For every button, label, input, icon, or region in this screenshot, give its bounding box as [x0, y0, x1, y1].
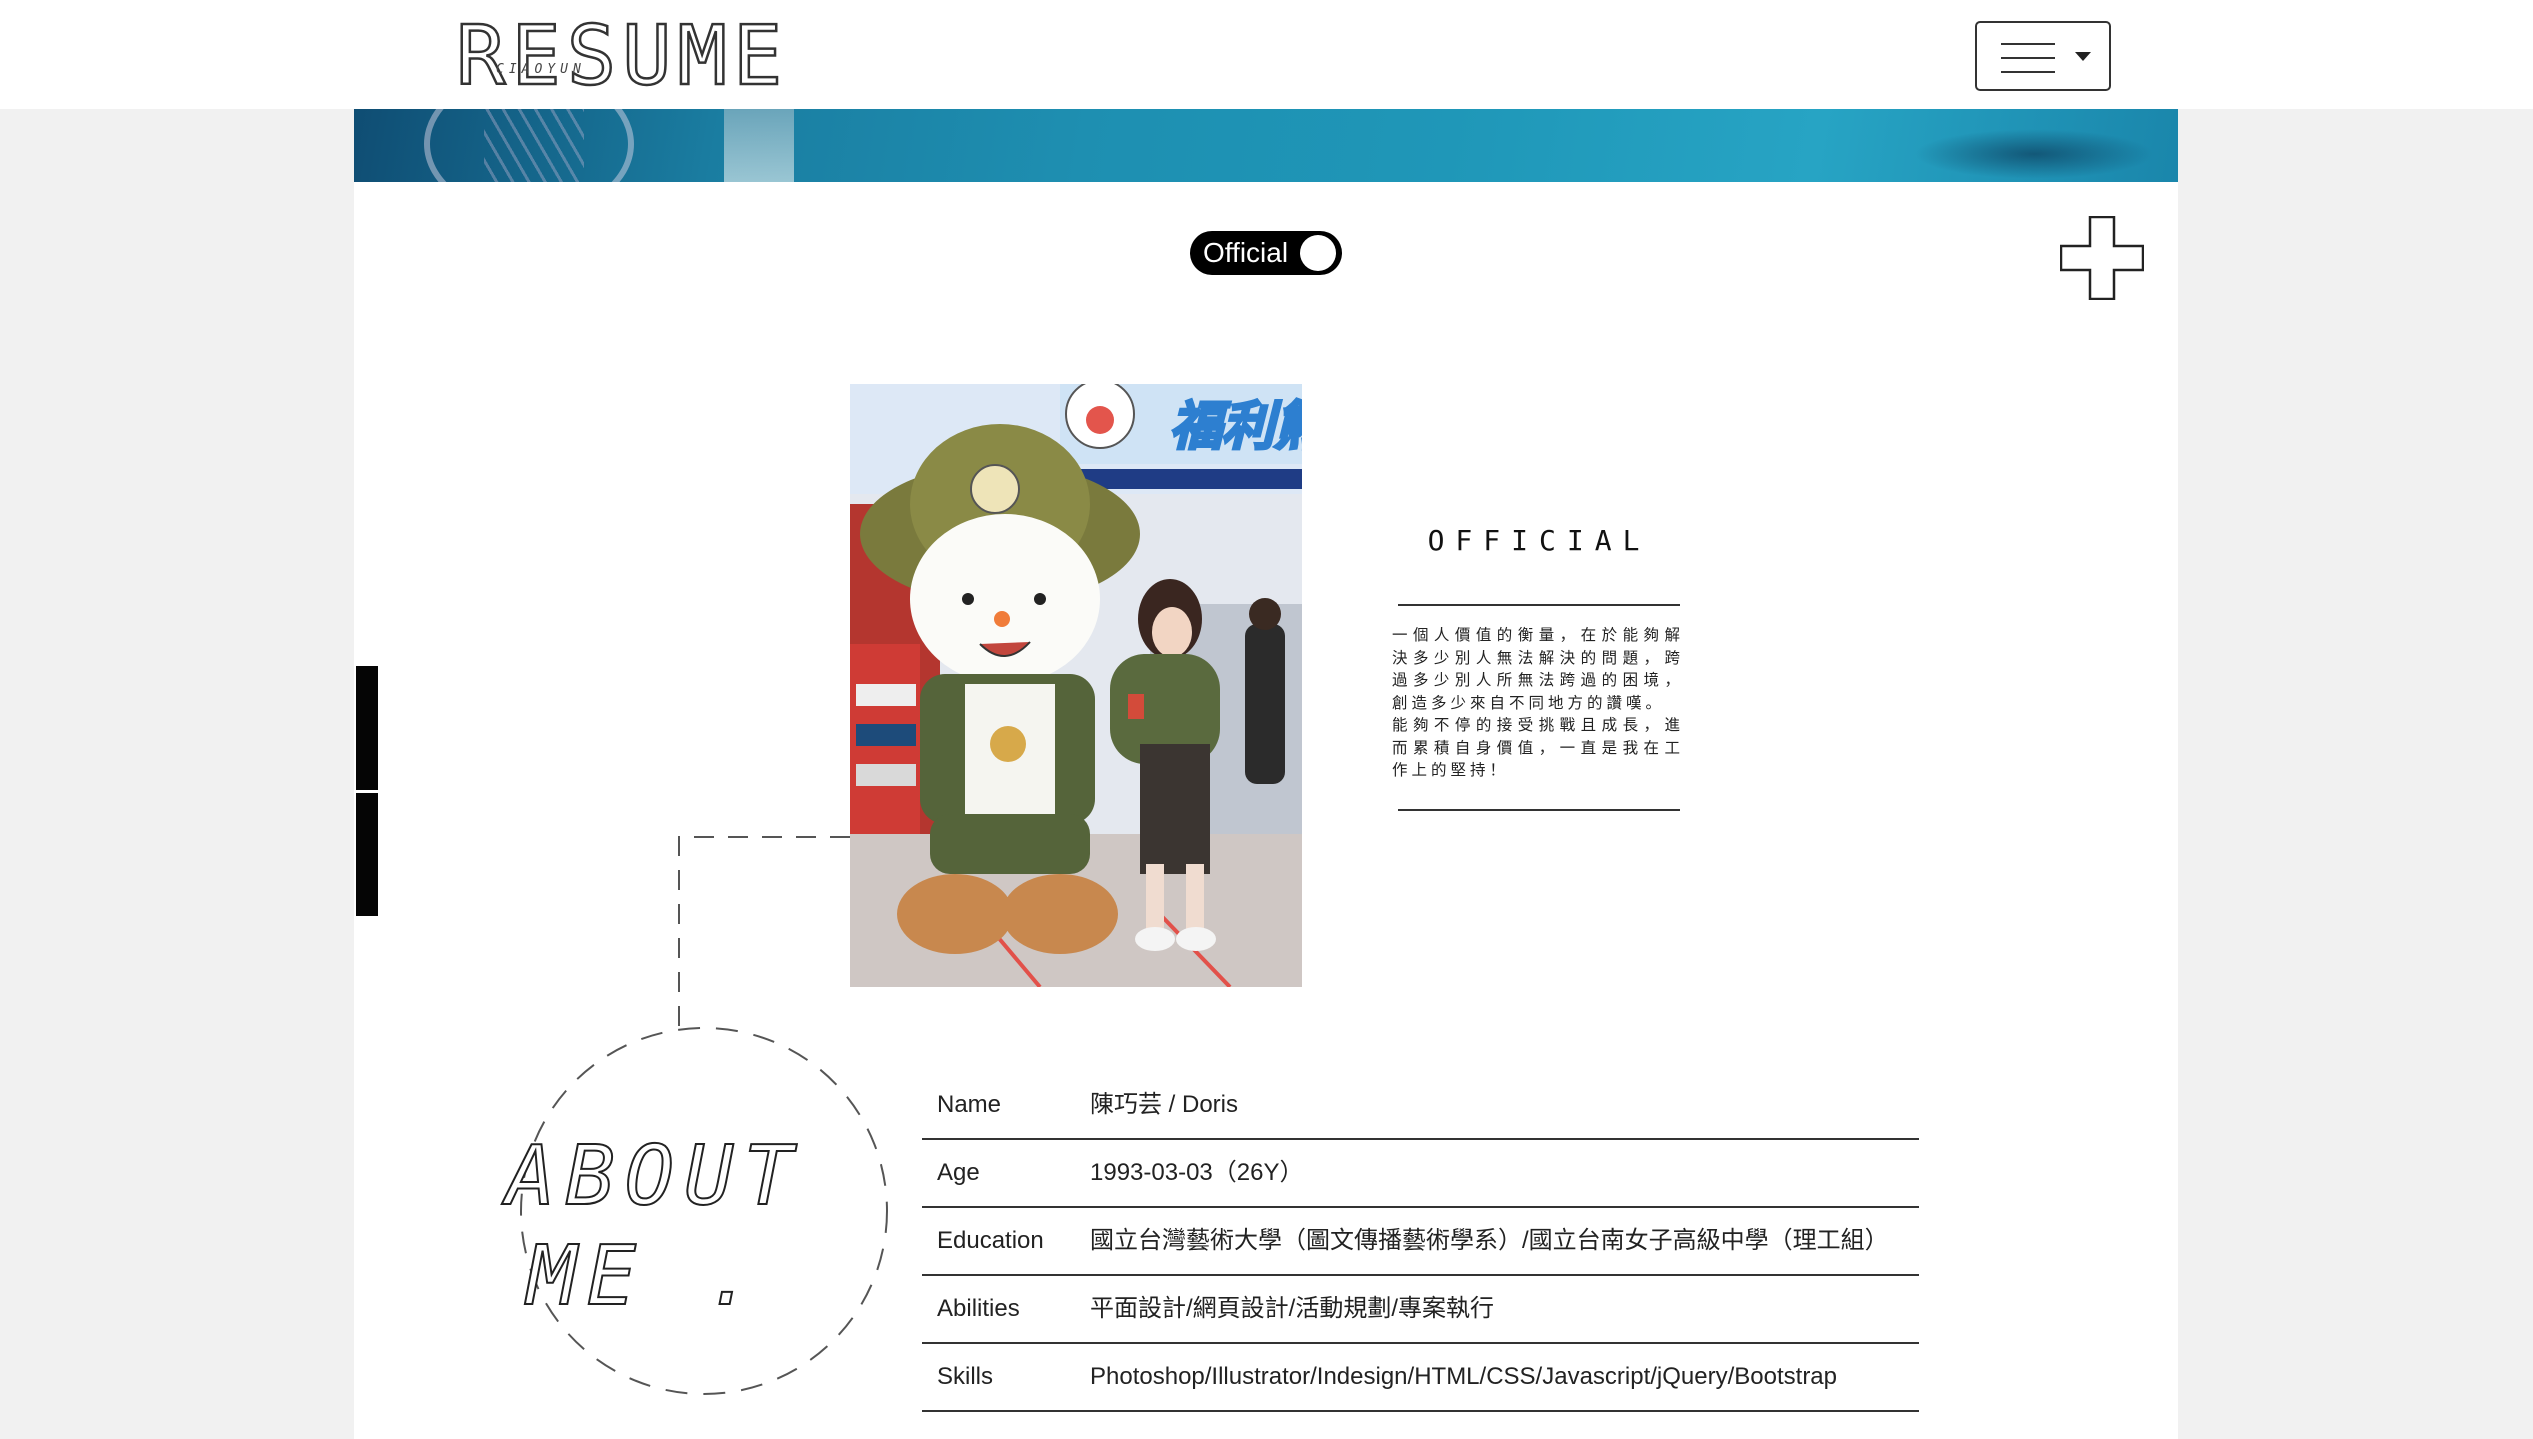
menu-toggle-button[interactable]: [1975, 21, 2111, 91]
official-paragraph-1: 一個人價值的衡量，在於能夠解決多少別人無法解決的問題，跨過多少別人所無法跨過的困…: [1392, 626, 1684, 712]
toggle-knob: [1300, 235, 1336, 271]
info-value: 1993-03-03（26Y）: [1090, 1159, 1304, 1186]
info-label: Abilities: [937, 1295, 1020, 1322]
about-title-line-1: ABOUT: [505, 1128, 803, 1225]
info-table: Name 陳巧芸 / Doris Age 1993-03-03（26Y） Edu…: [922, 1072, 1919, 1412]
resume-logo[interactable]: RESUME CIAOYUN: [455, 10, 784, 103]
info-row-education: Education 國立台灣藝術大學（圖文傳播藝術學系）/國立台南女子高級中學（…: [922, 1208, 1919, 1276]
info-label: Skills: [937, 1363, 994, 1390]
toggle-label: Official: [1203, 237, 1289, 268]
svg-text:福利熊: 福利熊: [1170, 397, 1302, 457]
about-me-title: ABOUT ME .: [505, 1127, 803, 1327]
side-tab-2[interactable]: [356, 793, 378, 916]
official-divider-top: [1398, 604, 1680, 606]
official-divider-bottom: [1398, 809, 1680, 811]
info-value: 平面設計/網頁設計/活動規劃/專案執行: [1090, 1295, 1495, 1322]
official-description: 一個人價值的衡量，在於能夠解決多少別人無法解決的問題，跨過多少別人所無法跨過的困…: [1392, 624, 1684, 782]
logo-text: RESUME: [455, 9, 789, 104]
official-toggle-switch[interactable]: Official: [1190, 231, 1342, 275]
header-banner-image: [354, 109, 2178, 182]
info-value: 陳巧芸 / Doris: [1090, 1091, 1239, 1118]
official-paragraph-2: 能夠不停的接受挑戰且成長，進而累積自身價值，一直是我在工作上的堅持！: [1392, 716, 1684, 779]
info-value: Photoshop/Illustrator/Indesign/HTML/CSS/…: [1090, 1363, 1837, 1390]
info-label: Name: [937, 1091, 1002, 1118]
info-row-age: Age 1993-03-03（26Y）: [922, 1140, 1919, 1208]
official-heading: OFFICIAL: [1427, 524, 1651, 557]
about-title-line-2: ME .: [526, 1228, 765, 1325]
info-row-name: Name 陳巧芸 / Doris: [922, 1072, 1919, 1140]
info-label: Education: [937, 1227, 1044, 1254]
info-row-abilities: Abilities 平面設計/網頁設計/活動規劃/專案執行: [922, 1276, 1919, 1344]
info-row-skills: Skills Photoshop/Illustrator/Indesign/HT…: [922, 1344, 1919, 1412]
caret-down-icon: [2075, 52, 2091, 61]
page: RESUME CIAOYUN Official 福利 OFFICIAL 一個人價…: [0, 0, 2533, 1439]
logo-subtext: CIAOYUN: [496, 62, 586, 77]
main-container: Official 福利熊: [354, 109, 2178, 1439]
side-tab-1[interactable]: [356, 666, 378, 790]
plus-icon[interactable]: [2060, 216, 2144, 300]
hamburger-icon: [2001, 41, 2055, 75]
info-value: 國立台灣藝術大學（圖文傳播藝術學系）/國立台南女子高級中學（理工組）: [1090, 1227, 1889, 1254]
top-navbar: RESUME CIAOYUN: [0, 0, 2533, 109]
info-label: Age: [937, 1159, 980, 1186]
profile-photo: 福利熊: [850, 384, 1302, 987]
